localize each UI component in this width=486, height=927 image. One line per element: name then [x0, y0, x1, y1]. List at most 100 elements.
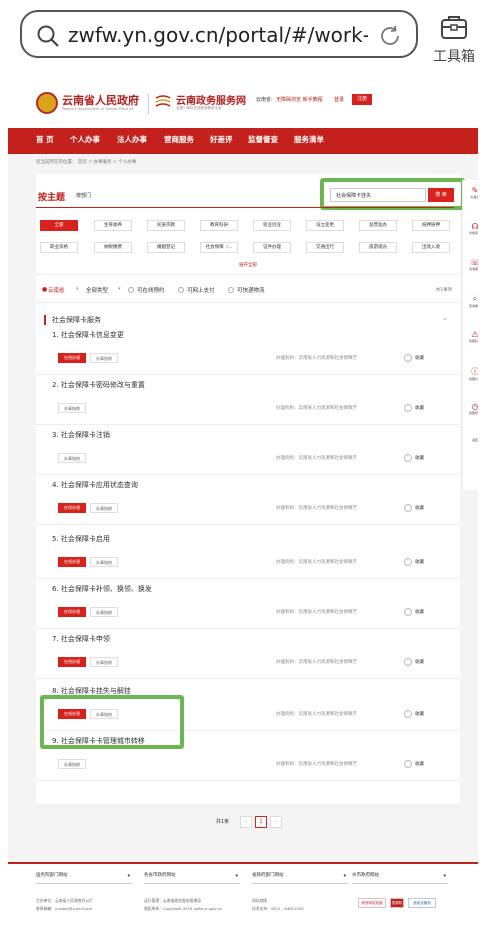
favorite-button[interactable]: 收藏	[404, 607, 426, 617]
category-item[interactable]: 抵押质押	[412, 220, 450, 231]
toolbox-button[interactable]: 工具箱	[424, 8, 484, 68]
item-title[interactable]: 4. 社会保障卡应用状态查询	[52, 480, 138, 490]
footer-select[interactable]: 各省市政府网站 ▾	[144, 872, 240, 884]
list-item: 2. 社会保障卡密码修改与重置 办事指南 办理机构：云南省人力资源和社会保障厅 收藏	[36, 380, 460, 430]
nav-rating[interactable]: 好差评	[210, 134, 233, 145]
favorite-button[interactable]: 收藏	[404, 503, 426, 513]
favorite-button[interactable]: 收藏	[404, 759, 426, 769]
total-count: 共1事项	[435, 288, 452, 293]
online-booking-radio[interactable]	[128, 287, 134, 293]
favorite-button[interactable]: 收藏	[404, 657, 426, 667]
login-link[interactable]: 登录	[334, 96, 344, 103]
category-item[interactable]: 证件办理	[253, 242, 291, 253]
category-item[interactable]: 民族宗教	[147, 220, 185, 231]
item-title[interactable]: 5. 社会保障卡启用	[52, 534, 110, 544]
footer-logo[interactable]: 党政机关	[390, 898, 404, 913]
online-apply-button[interactable]: 在线办理	[58, 607, 86, 617]
chevron-down-icon: ▾	[127, 873, 130, 879]
category-item[interactable]: 婚姻登记	[147, 242, 185, 253]
online-apply-button[interactable]: 在线办理	[58, 557, 86, 567]
footer-select[interactable]: 州市政府网站 ▾	[352, 872, 448, 884]
category-item[interactable]: 生育收养	[94, 220, 132, 231]
agency-text: 办理机构：云南省人力资源和社会保障厅	[276, 560, 357, 565]
category-item[interactable]: 交通出行	[306, 242, 344, 253]
tab-by-department[interactable]: 按部门	[76, 192, 91, 199]
guide-button[interactable]: 办事指南	[90, 607, 118, 617]
agency-text: 办理机构：云南省人力资源和社会保障厅	[276, 356, 357, 361]
sidebar-item[interactable]: ⓘ我要纠错	[463, 366, 478, 381]
footer-select[interactable]: 国务院部门网站 ▾	[36, 872, 132, 884]
favorite-button[interactable]: 收藏	[404, 709, 426, 719]
region-selector[interactable]: 云南省·	[256, 96, 273, 103]
nav-personal[interactable]: 个人办事	[70, 134, 100, 145]
category-item[interactable]: 纳税缴费	[94, 242, 132, 253]
category-item[interactable]: 社会保障（...	[200, 242, 238, 253]
national-emblem-icon	[36, 92, 58, 114]
tab-by-theme[interactable]: 按主题	[38, 190, 65, 203]
guide-button[interactable]: 办事指南	[58, 453, 86, 463]
collapse-icon[interactable]: ⌄	[442, 314, 448, 322]
item-title[interactable]: 7. 社会保障卡申领	[52, 634, 110, 644]
online-apply-button[interactable]: 在线办理	[58, 657, 86, 667]
sidebar-item[interactable]: ◷我要预约	[463, 402, 478, 415]
category-item[interactable]: 设立变更	[306, 220, 344, 231]
footer-logo[interactable]: 适老化服务	[408, 898, 436, 908]
sidebar-item[interactable]: ☏咨询服务	[463, 258, 478, 271]
next-page-button[interactable]: ›	[270, 816, 282, 828]
sidebar-icon: ✎	[471, 186, 478, 195]
accessibility-links[interactable]: 无障碍浏览 新手教程	[276, 96, 323, 103]
guide-button[interactable]: 办事指南	[58, 759, 86, 769]
category-item[interactable]: 教育科研	[200, 220, 238, 231]
category-item[interactable]: 出境入境	[412, 242, 450, 253]
category-item[interactable]: 职业资格	[40, 242, 78, 253]
sidebar-item[interactable]: ⚠我要投诉	[463, 330, 478, 343]
guide-button[interactable]: 办事指南	[58, 403, 86, 413]
toolbox-icon	[441, 16, 467, 39]
category-item[interactable]: 就业创业	[253, 220, 291, 231]
page-number-button[interactable]: 1	[255, 816, 267, 828]
category-item[interactable]: 准营准办	[359, 220, 397, 231]
footer-logo[interactable]: 政府网站找错	[358, 898, 386, 908]
category-item[interactable]: 旅游观光	[359, 242, 397, 253]
guide-button[interactable]: 办事指南	[90, 557, 118, 567]
express-delivery-radio[interactable]	[228, 287, 234, 293]
item-title[interactable]: 1. 社会保障卡信息变更	[52, 330, 124, 340]
footer-select[interactable]: 省政府部门网站 ▾	[252, 872, 348, 884]
chevron-down-icon: ▾	[118, 286, 121, 292]
online-apply-button[interactable]: 在线办理	[58, 353, 86, 363]
reload-icon[interactable]	[378, 24, 402, 48]
type-filter[interactable]: 全部类型	[86, 286, 108, 294]
sidebar-item[interactable]: ✎ 办事通	[463, 186, 478, 199]
sidebar-item[interactable]: ⌕查询服务	[463, 294, 478, 308]
favorite-button[interactable]: 收藏	[404, 453, 426, 463]
url-bar[interactable]: zwfw.yn.gov.cn/portal/#/work-s...	[20, 10, 418, 58]
favorite-button[interactable]: 收藏	[404, 557, 426, 567]
item-title[interactable]: 2. 社会保障卡密码修改与重置	[52, 380, 145, 390]
item-title[interactable]: 6. 社会保障卡补领、换领、换发	[52, 584, 152, 594]
gov-title[interactable]: 云南省人民政府	[62, 92, 139, 108]
item-title[interactable]: 3. 社会保障卡注销	[52, 430, 110, 440]
favorite-circle-icon	[404, 608, 412, 616]
sidebar-item[interactable]: ☊智能客服	[463, 222, 478, 235]
nav-home[interactable]: 首 页	[36, 134, 54, 145]
region-filter[interactable]: 云南省	[48, 286, 65, 294]
favorite-button[interactable]: 收藏	[404, 403, 426, 413]
guide-button[interactable]: 办事指南	[90, 503, 118, 513]
sidebar-icon: ☏	[469, 258, 478, 267]
nav-business[interactable]: 营商服务	[164, 134, 194, 145]
nav-corporate[interactable]: 法人办事	[117, 134, 147, 145]
favorite-button[interactable]: 收藏	[404, 353, 426, 363]
category-all[interactable]: 全部	[40, 220, 78, 231]
nav-service-list[interactable]: 服务清单	[294, 134, 324, 145]
guide-button[interactable]: 办事指南	[90, 353, 118, 363]
nav-supervision[interactable]: 监督督查	[248, 134, 278, 145]
sidebar-item[interactable]: 返回	[463, 438, 478, 442]
online-payment-radio[interactable]	[178, 287, 184, 293]
register-button[interactable]: 注册	[352, 94, 372, 105]
online-apply-button[interactable]: 在线办理	[58, 503, 86, 513]
guide-button[interactable]: 办事指南	[90, 657, 118, 667]
footer-sitemap[interactable]: 网站地图	[252, 898, 267, 904]
expand-all-link[interactable]: 展开全部	[36, 262, 460, 268]
prev-page-button[interactable]: ‹	[240, 816, 252, 828]
service-title[interactable]: 云南政务服务网	[176, 92, 246, 107]
